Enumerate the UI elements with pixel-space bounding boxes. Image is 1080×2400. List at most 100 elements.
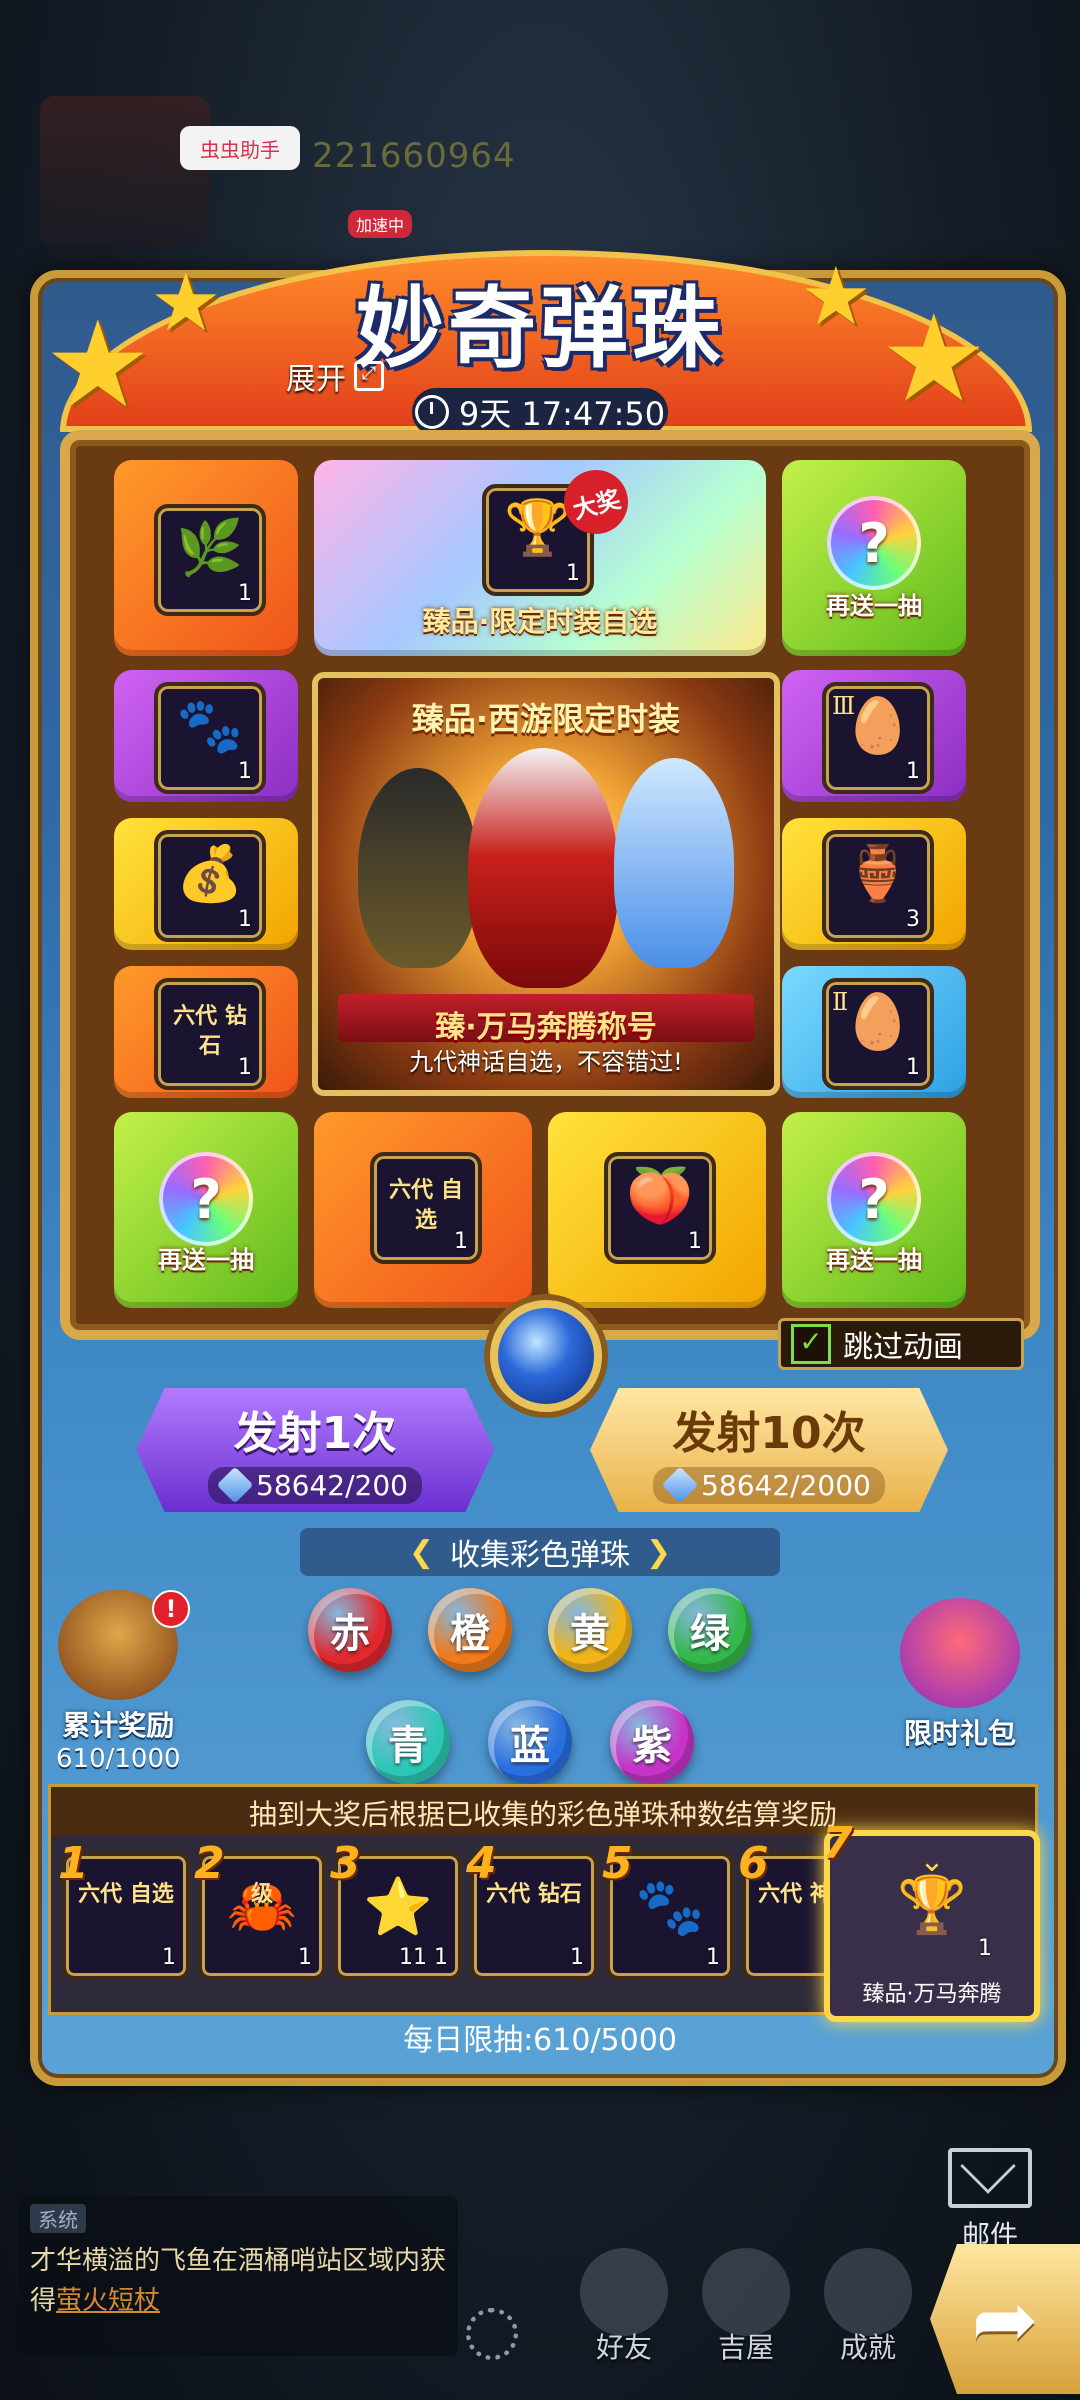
board-cell-free-draw[interactable]: ? 再送一抽: [782, 1112, 966, 1308]
board-cell-free-draw[interactable]: ? 再送一抽: [782, 460, 966, 656]
chat-tag: 系统: [30, 2204, 86, 2233]
star-decoration-icon: ★: [880, 290, 988, 429]
fire-once-label: 发射1次: [233, 1407, 397, 1459]
arrow-right-icon: ❯: [646, 1534, 672, 1570]
mail-icon: [948, 2148, 1032, 2208]
pet-egg-icon: 🥚: [844, 694, 912, 757]
featured-subtitle: 臻·万马奔腾称号: [435, 1010, 657, 1045]
star-decoration-icon: ★: [800, 250, 872, 343]
reward-item-text: 级: [250, 1882, 273, 1907]
chat-message: 才华横溢的飞鱼在酒桶哨站区域内获得萤火短杖: [30, 2241, 446, 2321]
board-cell-right-3: Ⅱ 🥚 1: [782, 966, 966, 1098]
fire-ten-cost: 58642/2000: [653, 1466, 885, 1504]
item-count: 1: [906, 759, 920, 784]
item-count: 1: [238, 907, 252, 932]
featured-costume-art[interactable]: 臻品·西游限定时装 臻·万马奔腾称号 九代神话自选，不容错过!: [312, 672, 780, 1096]
daily-limit: 每日限抽:610/5000: [403, 2023, 677, 2058]
board-cell-bottom-2: 六代 自选 1: [314, 1112, 532, 1308]
fire-once-button[interactable]: 发射1次 58642/200: [136, 1388, 494, 1512]
nav-achievements[interactable]: 成就: [824, 2248, 912, 2366]
reward-item-icon: ⭐: [363, 1875, 433, 1940]
hero-figure-right: [614, 758, 734, 968]
chat-item-link[interactable]: 萤火短杖: [56, 2286, 160, 2316]
item-slot[interactable]: 🐾 1: [154, 682, 266, 794]
skip-checkbox[interactable]: ✓: [791, 1324, 831, 1364]
reward-count: 11 1: [399, 1945, 448, 1970]
reward-item-text: 六代 自选: [78, 1882, 174, 1907]
item-slot[interactable]: Ⅲ 🥚 1: [822, 682, 934, 794]
reward-count: 1: [298, 1945, 312, 1970]
item-slot[interactable]: 🏺 3: [822, 830, 934, 942]
limited-gift-label: 限时礼包: [903, 1717, 1016, 1750]
fire-ten-button[interactable]: 发射10次 58642/2000: [590, 1388, 948, 1512]
herb-icon: 🌿: [176, 516, 244, 579]
free-draw-label: 再送一抽: [826, 592, 922, 620]
gem-icon: [216, 1466, 254, 1504]
cumulative-reward-button[interactable]: ! 累计奖励 610/1000: [56, 1590, 190, 1774]
reward-tier-3[interactable]: 3 ⭐ 11 1: [330, 1838, 462, 1980]
arrow-left-icon: ❮: [408, 1534, 434, 1570]
reward-tier-2[interactable]: 2 🦀 级 1: [194, 1838, 326, 1980]
player-uid: 221660964: [312, 136, 516, 176]
marble-2: 橙: [428, 1588, 512, 1672]
board-cell-left-1: 🐾 1: [114, 670, 298, 802]
item-slot[interactable]: 🌿 1: [154, 504, 266, 616]
skip-animation-toggle[interactable]: ✓ 跳过动画: [778, 1318, 1024, 1370]
reward-item-icon: 🐾: [635, 1875, 705, 1940]
marble-7: 紫: [610, 1700, 694, 1784]
board-cell-left-3: 六代 钻石 1: [114, 966, 298, 1098]
board-cell-grand-prize: 🏆 1 大奖 臻品·限定时装自选: [314, 460, 766, 656]
free-draw-label: 再送一抽: [826, 1246, 922, 1274]
question-ball-icon: ?: [827, 1152, 921, 1246]
nav-friends-label: 好友: [595, 2331, 652, 2364]
reward-count: 1: [162, 1945, 176, 1970]
item-slot[interactable]: 六代 自选 1: [370, 1152, 482, 1264]
reward-tier-4[interactable]: 4 六代 钻石 1: [466, 1838, 598, 1980]
nav-friends[interactable]: 好友: [580, 2248, 668, 2366]
reward-count: 1: [706, 1945, 720, 1970]
cumulative-label: 累计奖励: [62, 1709, 175, 1742]
marble-1: 赤: [308, 1588, 392, 1672]
marble-launcher[interactable]: [490, 1300, 602, 1412]
marble-4: 绿: [668, 1588, 752, 1672]
helper-pill[interactable]: 虫虫助手: [180, 126, 300, 170]
reward-big-label: 臻品·万马奔腾: [862, 1982, 1002, 2007]
item-slot[interactable]: 六代 钻石 1: [154, 978, 266, 1090]
item-slot[interactable]: 🍑 1: [604, 1152, 716, 1264]
expand-button[interactable]: 展开 ⤢: [286, 354, 384, 398]
reward-tier-5[interactable]: 5 🐾 1: [602, 1838, 734, 1980]
mail-button[interactable]: 邮件: [948, 2148, 1032, 2254]
question-ball-icon: ?: [827, 496, 921, 590]
countdown-timer: 9天 17:47:50: [412, 388, 668, 436]
item-slot[interactable]: 💰 1: [154, 830, 266, 942]
fire-ten-label: 发射10次: [672, 1407, 866, 1459]
player-avatar[interactable]: [40, 96, 210, 246]
board-cell-bottom-3: 🍑 1: [548, 1112, 766, 1308]
reward-tier-1[interactable]: 1 六代 自选 1: [58, 1838, 190, 1980]
question-ball-icon: ?: [159, 1152, 253, 1246]
reward-count: 1: [570, 1945, 584, 1970]
reward-tier-7[interactable]: 7 ⌄ 🏆 1 臻品·万马奔腾: [822, 1818, 1040, 2022]
system-chat[interactable]: 系统 才华横溢的飞鱼在酒桶哨站区域内获得萤火短杖: [18, 2196, 458, 2356]
marble-6: 蓝: [488, 1700, 572, 1784]
featured-note: 九代神话自选，不容错过!: [409, 1048, 683, 1076]
reward-item-text: 六代 钻石: [486, 1882, 582, 1907]
urn-icon: 🏺: [844, 842, 912, 905]
cumulative-progress: 610/1000: [56, 1744, 181, 1774]
limited-gift-button[interactable]: 限时礼包: [900, 1598, 1020, 1752]
fire-once-cost: 58642/200: [208, 1466, 422, 1504]
gear-icon[interactable]: [466, 2308, 518, 2360]
item-count: 1: [566, 561, 580, 586]
item-slot[interactable]: Ⅱ 🥚 1: [822, 978, 934, 1090]
board-cell-free-draw[interactable]: ? 再送一抽: [114, 1112, 298, 1308]
share-button[interactable]: ➦: [930, 2244, 1080, 2394]
grand-prize-label: 臻品·限定时装自选: [422, 605, 658, 638]
friends-icon: [580, 2248, 668, 2336]
expand-icon: ⤢: [354, 361, 384, 391]
nav-house[interactable]: 吉屋: [702, 2248, 790, 2366]
board-cell-top-left: 🌿 1: [114, 460, 298, 656]
item-count: 1: [688, 1229, 702, 1254]
featured-title: 臻品·西游限定时装: [411, 700, 681, 738]
star-decoration-icon: ★: [150, 256, 222, 349]
costume-chest-icon: 🏆: [897, 1873, 967, 1938]
